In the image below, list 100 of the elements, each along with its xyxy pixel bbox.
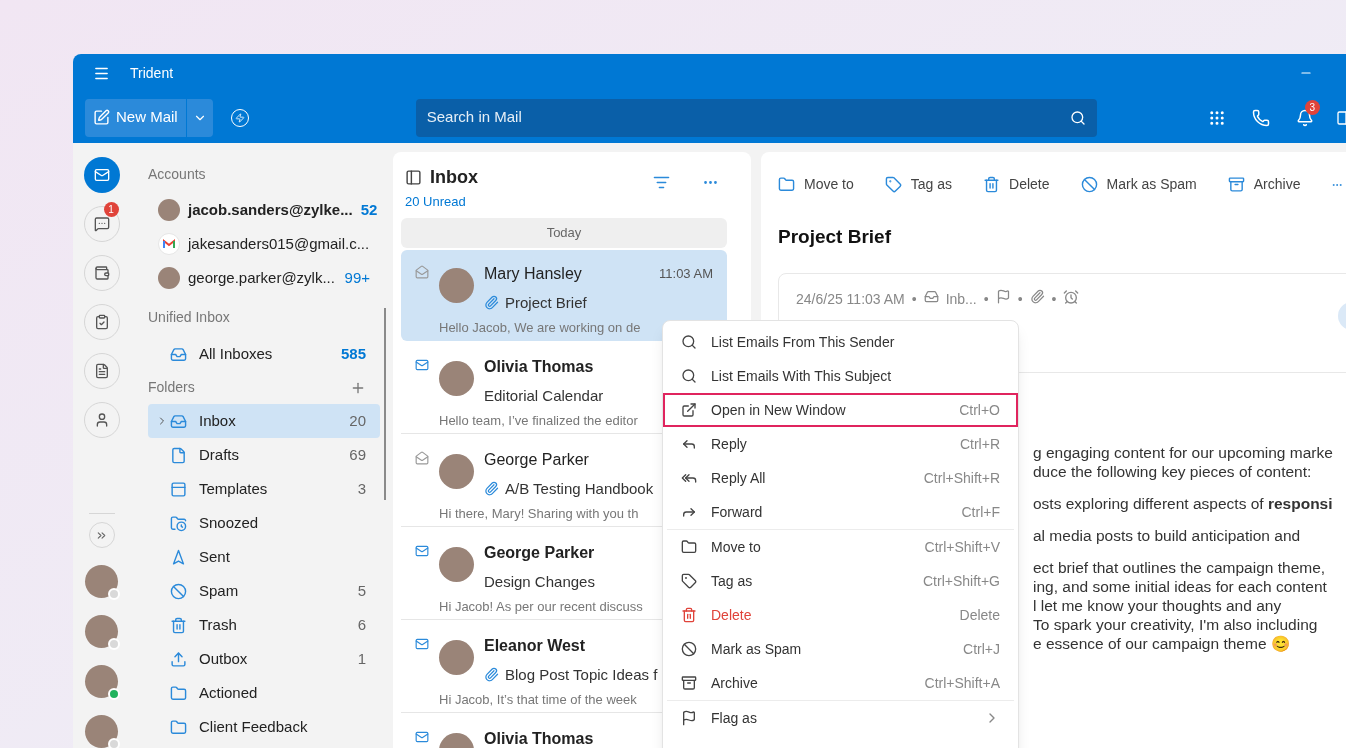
unread-count: 20 Unread: [405, 193, 467, 211]
folder-icon: [170, 412, 187, 430]
date-group-header: Today: [401, 217, 727, 248]
avatar: [158, 267, 180, 289]
sender-name: George Parker: [484, 542, 595, 563]
folder-item[interactable]: Sent: [148, 540, 380, 574]
menu-item-icon: [681, 539, 697, 555]
message-preview: Hi Jacob! As per our recent discuss: [439, 598, 643, 616]
toolbar-action[interactable]: Tag as: [884, 174, 953, 195]
folder-item[interactable]: Outbox 1: [148, 642, 380, 676]
inbox-icon: [170, 345, 187, 363]
message-preview: Hi Jacob, It’s that time of the week: [439, 691, 637, 709]
menu-item-icon: [681, 402, 697, 418]
account-item[interactable]: george.parker@zylk... 99+: [148, 261, 380, 295]
message-subject: Project Brief: [505, 292, 587, 313]
window-title: Trident: [130, 63, 174, 83]
message-subject: Design Changes: [484, 571, 595, 592]
section-heading: Unified Inbox: [148, 308, 231, 327]
account-item[interactable]: jakesanders015@gmail.c...: [148, 227, 380, 261]
shortcut-hint: Ctrl+Shift+A: [924, 673, 1000, 693]
phone-icon[interactable]: [1251, 108, 1270, 127]
folder-item[interactable]: Client Feedback: [148, 710, 380, 744]
panel-toggle-icon[interactable]: [405, 169, 422, 186]
folder-item[interactable]: Spam 5: [148, 574, 380, 608]
avatar: [85, 715, 118, 748]
rail-icon: [93, 265, 110, 281]
action-icon: [1227, 176, 1245, 193]
toolbar-action[interactable]: Archive: [1227, 174, 1301, 195]
scrollbar[interactable]: [384, 308, 386, 500]
rail-button[interactable]: [83, 402, 120, 438]
folder-label: Trash: [199, 614, 238, 635]
section-heading: Folders: [148, 378, 196, 397]
search-input[interactable]: Search in Mail: [426, 106, 1070, 129]
message-preview: Hi there, Mary! Sharing with you th: [439, 505, 639, 523]
folder-item[interactable]: Actioned: [148, 676, 380, 710]
folder-item[interactable]: Drafts 69: [148, 438, 380, 472]
notification-badge: 3: [1304, 99, 1320, 115]
account-item[interactable]: jacob.sanders@zylke... 52: [148, 193, 380, 227]
shortcut-hint: Ctrl+Shift+G: [922, 571, 1000, 591]
compose-icon: [93, 109, 110, 126]
filter-icon[interactable]: [653, 174, 670, 191]
folder-item[interactable]: Trash 6: [148, 608, 380, 642]
message-preview: Hello team, I’ve finalized the editor: [439, 412, 638, 430]
rail-icon: [93, 314, 110, 330]
folder-label: Client Feedback: [199, 716, 309, 737]
body-text: To spark your creativity, I'm also including: [1033, 616, 1319, 633]
apps-grid-icon[interactable]: [1207, 108, 1226, 127]
shortcut-hint: Ctrl+R: [959, 434, 1000, 454]
search-field[interactable]: Search in Mail: [415, 98, 1097, 137]
unread-badge: 1: [103, 202, 119, 217]
account-email: jacob.sanders@zylke...: [188, 199, 353, 220]
action-icon: [778, 176, 795, 193]
folder-icon: [170, 514, 187, 532]
folder-icon: [170, 480, 187, 498]
alarm-clock-icon[interactable]: [1063, 288, 1080, 305]
menu-item-icon: [681, 573, 697, 589]
body-text: l let me know your thoughts and any: [1033, 597, 1283, 614]
folder-icon: [170, 684, 187, 702]
separator-dot: •: [1017, 289, 1023, 309]
shortcut-hint: Ctrl+J: [963, 639, 1000, 659]
shortcut-hint: Ctrl+Shift+V: [924, 537, 1000, 557]
sender-name: George Parker: [484, 449, 589, 470]
toolbar-action[interactable]: Mark as Spam: [1080, 174, 1197, 195]
search-icon[interactable]: [1069, 109, 1086, 126]
menu-item[interactable]: Open in New Window Ctrl+O: [663, 393, 1018, 427]
folder-icon: [170, 548, 187, 566]
panel-icon[interactable]: [1335, 109, 1346, 126]
avatar: [439, 453, 474, 489]
action-icon: [884, 176, 902, 193]
section-heading: Accounts: [148, 165, 207, 184]
menu-item[interactable]: Flag as: [667, 701, 1014, 735]
avatar: [439, 546, 474, 582]
message-subject: A/B Testing Handbook: [505, 478, 654, 499]
avatar: [439, 267, 474, 303]
all-inboxes-item[interactable]: All Inboxes 585: [148, 337, 380, 371]
flag-icon[interactable]: [995, 288, 1011, 304]
unread-count: 99+: [344, 267, 371, 288]
folder-icon: [170, 650, 187, 668]
avatar: [439, 639, 474, 675]
message-preview: Hello Jacob, We are working on de: [439, 319, 641, 337]
folder-item[interactable]: Templates 3: [148, 472, 380, 506]
toolbar-action[interactable]: Move to: [778, 174, 854, 195]
folder-icon: [170, 718, 187, 736]
new-mail-button[interactable]: New Mail: [85, 98, 186, 137]
folder-item[interactable]: Snoozed: [148, 506, 380, 540]
folder-item[interactable]: Inbox 20: [148, 404, 380, 438]
avatar: [85, 665, 118, 698]
shortcut-hint: Ctrl+Shift+R: [923, 468, 1000, 488]
action-icon: [983, 176, 1001, 193]
body-text: ect brief that outlines the campaign theme,: [1033, 559, 1327, 576]
body-text: duce the following key pieces of content:: [1033, 463, 1313, 480]
paperclip-icon[interactable]: [1029, 288, 1045, 304]
folder-label: Sent: [199, 546, 231, 567]
rail-button[interactable]: [83, 157, 120, 193]
toolbar-action[interactable]: Delete: [983, 174, 1050, 195]
sender-name: Olivia Thomas: [484, 728, 594, 748]
account-email: jakesanders015@gmail.c...: [188, 233, 371, 254]
message-folder: Inb...: [945, 289, 977, 309]
message-date: 24/6/25 11:03 AM: [796, 289, 905, 309]
message-time: 11:03 AM: [659, 264, 713, 283]
